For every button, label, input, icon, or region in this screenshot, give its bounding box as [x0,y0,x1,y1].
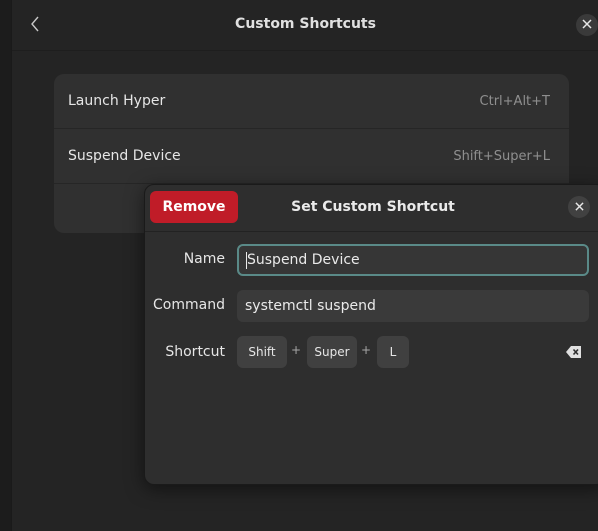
keycap-super: Super [307,336,357,368]
remove-button[interactable]: Remove [150,191,238,223]
keycap-l: L [377,336,409,368]
shortcut-label: Shortcut [165,344,225,360]
page-title: Custom Shortcuts [235,16,376,32]
dialog-title: Set Custom Shortcut [291,199,455,215]
shortcut-name: Launch Hyper [68,93,166,109]
shortcut-row[interactable]: Suspend Device Shift+Super+L [54,129,569,184]
shortcut-name: Suspend Device [68,148,181,164]
command-field-value: systemctl suspend [245,298,376,314]
plus-separator: + [290,343,302,357]
shortcut-accelerator: Ctrl+Alt+T [479,93,550,109]
name-field[interactable]: Suspend Device [237,244,589,276]
dialog-close-button[interactable] [568,196,590,218]
name-field-value: Suspend Device [247,252,360,268]
shortcut-accelerator: Shift+Super+L [453,148,550,164]
command-label: Command [153,297,225,313]
shortcut-row[interactable]: Launch Hyper Ctrl+Alt+T [54,74,569,129]
keycap-shift: Shift [237,336,287,368]
backspace-clear-icon[interactable] [565,343,583,361]
header-bar: Custom Shortcuts [12,0,598,51]
command-field[interactable]: systemctl suspend [237,290,589,322]
close-icon [574,200,584,214]
plus-separator: + [360,343,372,357]
dialog-header: Remove Set Custom Shortcut [145,185,598,232]
window-close-button[interactable] [576,14,598,36]
name-label: Name [183,251,225,267]
close-icon [582,18,592,33]
set-custom-shortcut-dialog: Remove Set Custom Shortcut Name Suspend … [144,184,598,485]
